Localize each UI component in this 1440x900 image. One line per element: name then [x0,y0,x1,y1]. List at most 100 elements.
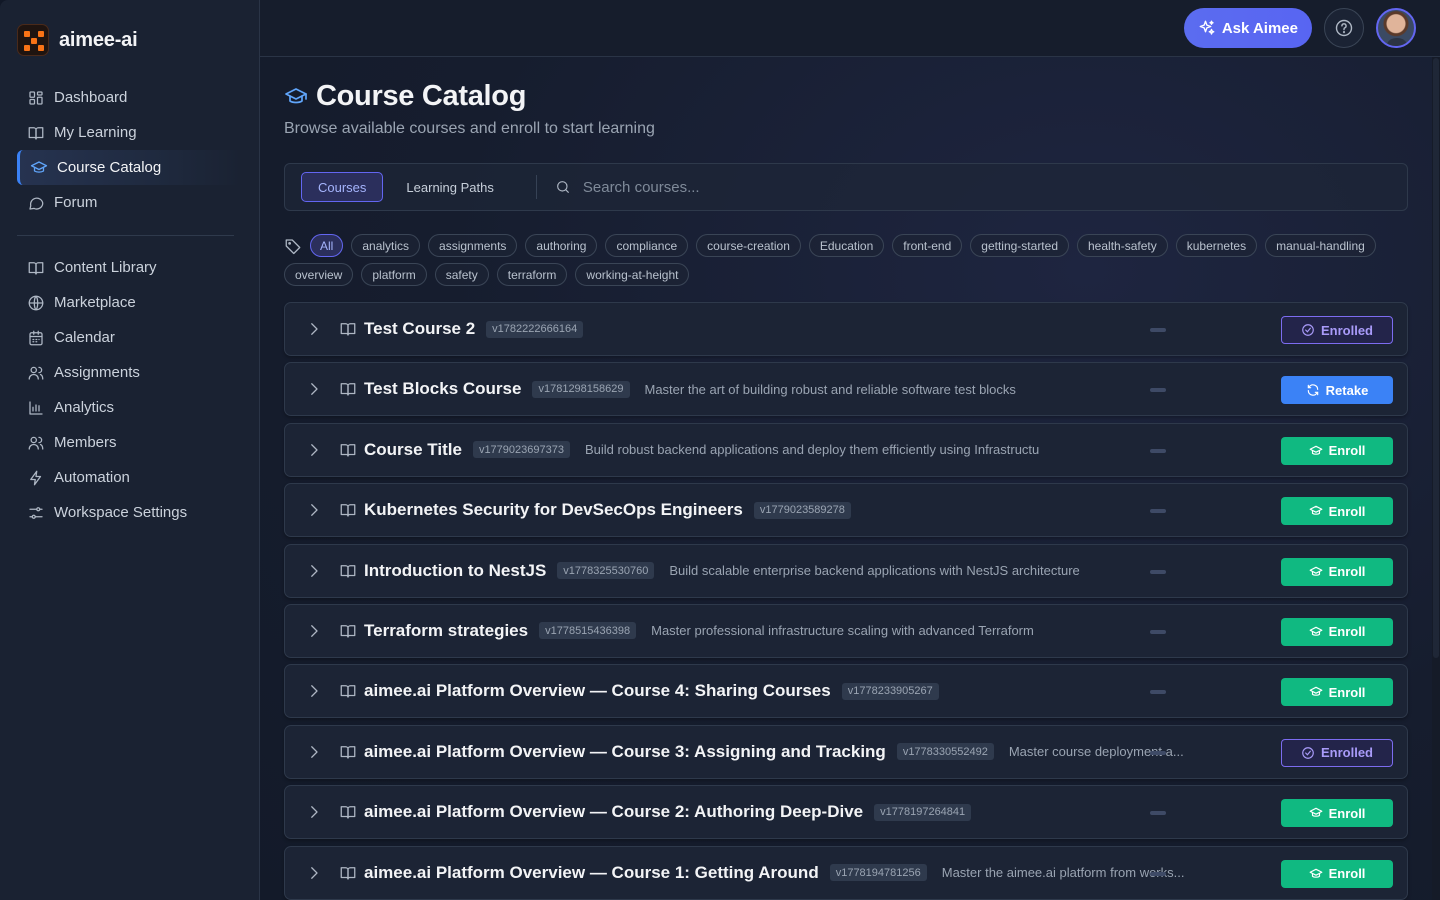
graduation-cap-icon [1309,445,1322,455]
course-title[interactable]: Kubernetes Security for DevSecOps Engine… [364,500,743,520]
chevron-right-icon[interactable] [305,562,323,580]
chevron-right-icon[interactable] [305,380,323,398]
sidebar-item-course-catalog[interactable]: Course Catalog [17,150,242,185]
course-list: Test Course 2 v1782222666164 Enrolled Test … [284,302,1408,900]
enroll-button[interactable]: Enroll [1281,497,1393,526]
tag-chip-health-safety[interactable]: health-safety [1077,234,1168,257]
sidebar-item-content-library[interactable]: Content Library [17,250,242,285]
course-version-badge: v1778194781256 [829,864,927,882]
action-label: Enrolled [1320,745,1373,761]
search-icon [556,181,569,193]
course-title[interactable]: aimee.ai Platform Overview — Course 4: S… [364,681,831,701]
course-row[interactable]: Course Title v1779023697373 Build robust b… [284,422,1408,477]
tag-chip-working-at-height[interactable]: working-at-height [575,263,690,286]
course-title[interactable]: aimee.ai Platform Overview — Course 3: A… [364,742,886,762]
progress-placeholder [1150,448,1166,453]
sidebar-item-calendar[interactable]: Calendar [17,320,242,355]
book-open-icon [340,504,356,517]
sidebar-item-members[interactable]: Members [17,425,242,460]
tag-chip-kubernetes[interactable]: kubernetes [1175,234,1258,257]
graduation-cap-icon [1309,868,1322,878]
course-title[interactable]: aimee.ai Platform Overview — Course 2: A… [364,802,863,822]
enroll-button[interactable]: Enroll [1281,859,1393,888]
course-row[interactable]: Kubernetes Security for DevSecOps Engine… [284,483,1408,538]
sidebar-item-marketplace[interactable]: Marketplace [17,285,242,320]
brand[interactable]: aimee-ai [0,0,259,80]
sidebar-item-forum[interactable]: Forum [17,185,242,220]
chevron-right-icon[interactable] [305,803,323,821]
tag-chip-assignments[interactable]: assignments [428,234,518,257]
help-button[interactable] [1324,8,1364,48]
tag-chip-overview[interactable]: overview [284,263,354,286]
chevron-right-icon[interactable] [305,441,323,459]
sidebar-item-dashboard[interactable]: Dashboard [17,80,242,115]
enrolled-button[interactable]: Enrolled [1281,316,1393,344]
tag-chip-getting-started[interactable]: getting-started [970,234,1069,257]
course-title[interactable]: Course Title [364,440,462,460]
tag-chip-terraform[interactable]: terraform [496,263,568,286]
enroll-button[interactable]: Enroll [1281,436,1393,465]
search-box [555,178,1407,196]
chevron-right-icon[interactable] [305,864,323,882]
sidebar-item-my-learning[interactable]: My Learning [17,115,242,150]
course-row[interactable]: aimee.ai Platform Overview — Course 3: A… [284,724,1408,779]
course-row[interactable]: Test Blocks Course v1781298158629 Master t… [284,362,1408,417]
course-description: Build scalable enterprise backend applic… [669,563,1080,579]
tag-chip-course-creation[interactable]: course-creation [696,234,801,257]
course-version-badge: v1778197264841 [874,803,972,821]
tag-chip-platform[interactable]: platform [361,263,427,286]
sidebar-item-label: Course Catalog [57,159,162,176]
sidebar-item-label: Calendar [54,329,115,346]
chevron-right-icon[interactable] [305,320,323,338]
secondary-nav: Content Library Marketplace Calendar Assign… [0,250,259,530]
scrollbar-thumb[interactable] [1433,58,1439,658]
tag-chip-education[interactable]: Education [808,234,885,257]
course-row[interactable]: Terraform strategies v1778515436398 Master… [284,603,1408,658]
search-input[interactable] [582,178,1183,196]
tag-chip-all[interactable]: All [310,234,344,257]
sidebar-item-assignments[interactable]: Assignments [17,355,242,390]
bar-chart-icon-wrap [27,399,45,417]
tag-chip-compliance[interactable]: compliance [605,234,689,257]
zap-icon-wrap [27,469,45,487]
ask-aimee-button[interactable]: Ask Aimee [1183,8,1312,48]
course-title[interactable]: aimee.ai Platform Overview — Course 1: G… [364,863,819,883]
chevron-right-icon[interactable] [305,622,323,640]
sidebar-item-workspace-settings[interactable]: Workspace Settings [17,495,242,530]
sidebar-item-label: Content Library [54,259,157,276]
chevron-right-icon[interactable] [305,501,323,519]
course-description: Master professional infrastructure scali… [651,623,1034,639]
enroll-button[interactable]: Enroll [1281,617,1393,646]
course-title[interactable]: Test Blocks Course [364,379,521,399]
sidebar-item-analytics[interactable]: Analytics [17,390,242,425]
course-row[interactable]: Test Course 2 v1782222666164 Enrolled [284,302,1408,356]
sidebar-item-automation[interactable]: Automation [17,460,242,495]
enroll-button[interactable]: Enroll [1281,799,1393,828]
course-title[interactable]: Test Course 2 [364,319,475,339]
tab-courses[interactable]: Courses [301,172,384,202]
tag-chip-authoring[interactable]: authoring [525,234,598,257]
tag-chip-front-end[interactable]: front-end [892,234,963,257]
primary-nav: Dashboard My Learning Course Catalog Forum [0,80,259,220]
action-label: Enroll [1328,866,1366,882]
chevron-right-icon[interactable] [305,743,323,761]
logo-icon [17,24,49,56]
retake-button[interactable]: Retake [1281,376,1393,405]
course-row[interactable]: Introduction to NestJS v1778325530760 Buil… [284,543,1408,598]
course-title[interactable]: Introduction to NestJS [364,561,546,581]
tag-chip-manual-handling[interactable]: manual-handling [1265,234,1376,257]
enrolled-button[interactable]: Enrolled [1281,738,1393,767]
course-title[interactable]: Terraform strategies [364,621,528,641]
course-row[interactable]: aimee.ai Platform Overview — Course 2: A… [284,785,1408,840]
course-row[interactable]: aimee.ai Platform Overview — Course 4: S… [284,664,1408,719]
progress-placeholder [1150,871,1166,876]
user-avatar[interactable] [1376,8,1416,48]
enroll-button[interactable]: Enroll [1281,557,1393,586]
tag-chip-analytics[interactable]: analytics [351,234,421,257]
tab-learning-paths[interactable]: Learning Paths [390,172,509,202]
refresh-icon [1307,384,1318,397]
enroll-button[interactable]: Enroll [1281,678,1393,707]
chevron-right-icon[interactable] [305,682,323,700]
tag-chip-safety[interactable]: safety [434,263,489,286]
course-row[interactable]: aimee.ai Platform Overview — Course 1: G… [284,845,1408,900]
